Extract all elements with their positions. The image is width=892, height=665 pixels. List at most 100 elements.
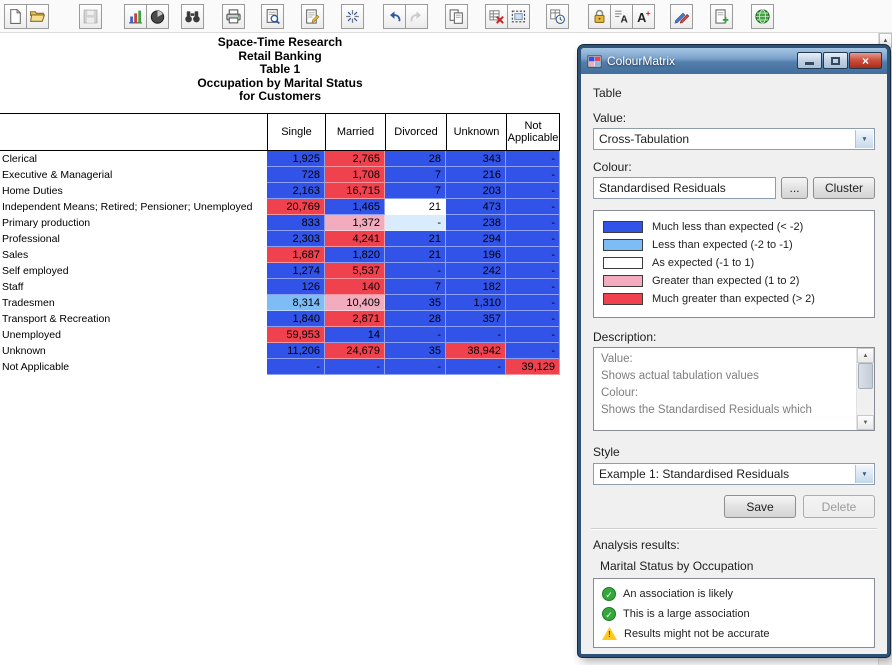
add-page-button[interactable] (710, 4, 733, 29)
toolbar-save-button[interactable] (79, 4, 102, 29)
row-label[interactable]: Unknown (0, 343, 267, 359)
column-header[interactable]: Single (267, 114, 325, 150)
save-button[interactable]: Save (724, 495, 796, 518)
style-dropdown[interactable]: Example 1: Standardised Residuals ▼ (593, 463, 875, 485)
data-cell[interactable]: - (506, 295, 560, 311)
data-cell[interactable]: 7 (385, 279, 446, 295)
data-cell[interactable]: 728 (267, 167, 325, 183)
table-clock-button[interactable] (546, 4, 569, 29)
draw-button[interactable] (670, 4, 693, 29)
data-cell[interactable]: 24,679 (325, 343, 385, 359)
open-button[interactable] (26, 4, 49, 29)
data-cell[interactable]: 182 (446, 279, 506, 295)
row-label[interactable]: Staff (0, 279, 267, 295)
data-cell[interactable]: 2,163 (267, 183, 325, 199)
column-header[interactable]: Not Applicable (506, 114, 560, 150)
data-cell[interactable]: - (385, 263, 446, 279)
data-cell[interactable]: 196 (446, 247, 506, 263)
data-cell[interactable]: - (506, 327, 560, 343)
data-cell[interactable]: 38,942 (446, 343, 506, 359)
minimize-button[interactable] (797, 52, 822, 69)
data-cell[interactable]: - (506, 247, 560, 263)
data-cell[interactable]: 2,303 (267, 231, 325, 247)
column-header[interactable]: Divorced (385, 114, 446, 150)
data-cell[interactable]: - (506, 215, 560, 231)
delete-button[interactable]: Delete (803, 495, 875, 518)
lock-button[interactable] (588, 4, 611, 29)
print-button[interactable] (222, 4, 245, 29)
data-cell[interactable]: 1,372 (325, 215, 385, 231)
data-cell[interactable]: - (506, 167, 560, 183)
row-label[interactable]: Sales (0, 247, 267, 263)
print-preview-button[interactable] (261, 4, 284, 29)
edit-note-button[interactable] (301, 4, 324, 29)
data-cell[interactable]: - (506, 231, 560, 247)
data-cell[interactable]: 1,310 (446, 295, 506, 311)
data-cell[interactable]: 39,129 (506, 359, 560, 375)
wizard-button[interactable] (341, 4, 364, 29)
row-label[interactable]: Tradesmen (0, 295, 267, 311)
data-cell[interactable]: 5,537 (325, 263, 385, 279)
data-cell[interactable]: 833 (267, 215, 325, 231)
row-label[interactable]: Primary production (0, 215, 267, 231)
data-cell[interactable]: - (325, 359, 385, 375)
value-dropdown[interactable]: Cross-Tabulation ▼ (593, 128, 875, 150)
cluster-button[interactable]: Cluster (813, 177, 875, 199)
pie-chart-button[interactable] (146, 4, 169, 29)
data-cell[interactable]: 473 (446, 199, 506, 215)
redo-button[interactable] (405, 4, 428, 29)
row-label[interactable]: Transport & Recreation (0, 311, 267, 327)
data-cell[interactable]: 1,708 (325, 167, 385, 183)
column-header[interactable]: Unknown (446, 114, 506, 150)
data-cell[interactable]: - (506, 263, 560, 279)
row-label[interactable]: Home Duties (0, 183, 267, 199)
data-cell[interactable]: 35 (385, 343, 446, 359)
data-cell[interactable]: 2,871 (325, 311, 385, 327)
table-font-button[interactable]: A (610, 4, 633, 29)
scroll-thumb[interactable] (858, 363, 873, 389)
data-cell[interactable]: 216 (446, 167, 506, 183)
font-size-button[interactable]: A+ (632, 4, 655, 29)
bar-chart-button[interactable] (124, 4, 147, 29)
row-label[interactable]: Independent Means; Retired; Pensioner; U… (0, 199, 267, 215)
data-cell[interactable]: 4,241 (325, 231, 385, 247)
data-cell[interactable]: 21 (385, 231, 446, 247)
data-cell[interactable]: - (385, 215, 446, 231)
dialog-titlebar[interactable]: ColourMatrix × (581, 48, 887, 74)
data-cell[interactable]: 10,409 (325, 295, 385, 311)
data-cell[interactable]: 20,769 (267, 199, 325, 215)
colour-field[interactable]: Standardised Residuals (593, 177, 776, 199)
data-cell[interactable]: 28 (385, 151, 446, 167)
description-scrollbar[interactable]: ▲ ▼ (856, 348, 874, 430)
data-cell[interactable]: 242 (446, 263, 506, 279)
copy-button[interactable] (445, 4, 468, 29)
row-label[interactable]: Executive & Managerial (0, 167, 267, 183)
data-cell[interactable]: - (506, 199, 560, 215)
data-cell[interactable]: 2,765 (325, 151, 385, 167)
new-document-button[interactable] (4, 4, 27, 29)
data-cell[interactable]: 59,953 (267, 327, 325, 343)
data-cell[interactable]: 7 (385, 183, 446, 199)
data-cell[interactable]: 1,820 (325, 247, 385, 263)
data-cell[interactable]: 1,840 (267, 311, 325, 327)
data-cell[interactable]: - (385, 327, 446, 343)
data-cell[interactable]: - (385, 359, 446, 375)
data-cell[interactable]: 343 (446, 151, 506, 167)
close-button[interactable]: × (849, 52, 882, 69)
data-cell[interactable]: 28 (385, 311, 446, 327)
data-cell[interactable]: 1,687 (267, 247, 325, 263)
data-cell[interactable]: 1,274 (267, 263, 325, 279)
select-table-button[interactable] (507, 4, 530, 29)
data-cell[interactable]: - (506, 343, 560, 359)
data-cell[interactable]: 11,206 (267, 343, 325, 359)
row-label[interactable]: Not Applicable (0, 359, 267, 375)
data-cell[interactable]: 126 (267, 279, 325, 295)
data-cell[interactable]: 140 (325, 279, 385, 295)
data-cell[interactable]: 8,314 (267, 295, 325, 311)
data-cell[interactable]: 21 (385, 247, 446, 263)
data-cell[interactable]: 1,465 (325, 199, 385, 215)
data-cell[interactable]: 294 (446, 231, 506, 247)
web-button[interactable] (751, 4, 774, 29)
data-cell[interactable]: 238 (446, 215, 506, 231)
data-cell[interactable]: 7 (385, 167, 446, 183)
